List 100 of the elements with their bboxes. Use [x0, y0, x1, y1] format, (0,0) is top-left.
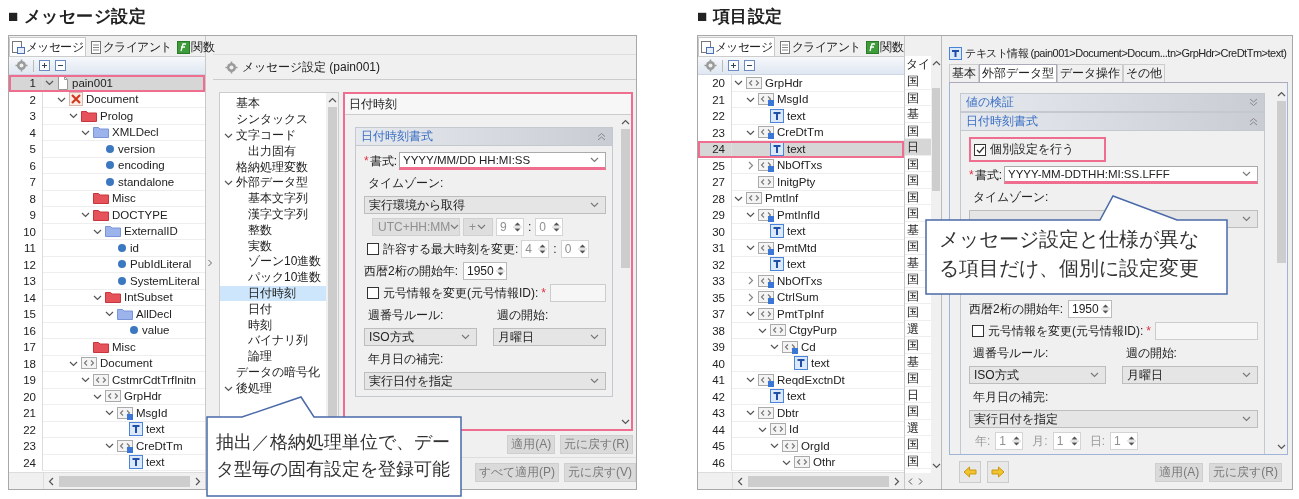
tree-row[interactable]: 5 version	[9, 141, 205, 158]
nav-item[interactable]: 時刻	[220, 317, 326, 333]
chevron-right-icon[interactable]	[746, 276, 755, 286]
section-header[interactable]: 値の検証	[961, 94, 1264, 112]
dropdown[interactable]: 月曜日	[493, 328, 606, 346]
tree-row[interactable]: 29 PmtInfId	[698, 207, 904, 224]
chevron-down-icon[interactable]	[105, 441, 114, 451]
tree-row[interactable]: 38 CtgyPurp	[698, 322, 904, 339]
dropdown[interactable]: 実行環境から取得	[364, 196, 606, 214]
gear-icon[interactable]	[704, 59, 717, 72]
tree-row[interactable]: 6 encoding	[9, 157, 205, 174]
tab[interactable]: データ操作	[1057, 64, 1123, 82]
nav-item[interactable]: 日付時刻	[220, 285, 326, 302]
tree-row[interactable]: 22 text	[698, 108, 904, 125]
column-header[interactable]: タイ	[905, 56, 931, 73]
expand-all-icon[interactable]	[39, 60, 50, 71]
tree-row[interactable]: 21 MsgId	[9, 405, 205, 422]
nav-item[interactable]: 整数	[220, 222, 326, 239]
chevron-down-icon[interactable]	[105, 408, 114, 418]
tree-row[interactable]: 8 Misc	[9, 190, 205, 207]
panel-tab[interactable]: クライアント	[775, 37, 864, 56]
tree-row[interactable]: 2 Document	[9, 91, 205, 108]
tree-row[interactable]: 3 Prolog	[9, 108, 205, 125]
tab[interactable]: その他	[1123, 64, 1165, 82]
chevron-right-icon[interactable]	[746, 292, 755, 302]
chevron-right-icon[interactable]	[746, 160, 755, 170]
tab[interactable]: 基本	[949, 64, 979, 82]
chevron-down-icon[interactable]	[770, 441, 779, 451]
nav-item[interactable]: 出力固有	[220, 143, 326, 160]
nav-item[interactable]: シンタックス	[220, 111, 326, 128]
tree-row[interactable]: 4 XMLDecl	[9, 124, 205, 141]
chevron-down-icon[interactable]	[734, 78, 743, 88]
tree-row[interactable]: 9 DOCTYPE	[9, 207, 205, 224]
tree-row[interactable]: 45 OrgId	[698, 438, 904, 455]
tree-row[interactable]: 30 text	[698, 223, 904, 240]
collapse-all-icon[interactable]	[55, 60, 66, 71]
chevron-down-icon[interactable]	[770, 342, 779, 352]
tree-row[interactable]: 46 Othr	[698, 454, 904, 471]
nav-item[interactable]: 格納処理変数	[220, 159, 326, 175]
tree-row[interactable]: 43 Dbtr	[698, 405, 904, 422]
tree-row[interactable]: 10 ExternalID	[9, 223, 205, 240]
tree-row[interactable]: 16 value	[9, 322, 205, 339]
chevron-down-icon[interactable]	[746, 210, 755, 220]
panel-tab[interactable]: クライアント	[86, 37, 175, 56]
tree-row[interactable]: 27 InitgPty	[698, 174, 904, 191]
nav-item[interactable]: 日付	[220, 301, 326, 318]
tree-row[interactable]: 14 IntSubset	[9, 289, 205, 306]
scrollbar-thumb[interactable]	[748, 475, 889, 487]
tree-row[interactable]: 20 GrpHdr	[9, 388, 205, 405]
input-field[interactable]	[1155, 322, 1258, 340]
tree-row[interactable]: 13 SystemLiteral	[9, 273, 205, 290]
tree-row[interactable]: 31 PmtMtd	[698, 240, 904, 257]
tree-row[interactable]: 7 standalone	[9, 174, 205, 191]
tree-row[interactable]: 18 Document	[9, 355, 205, 372]
tree-row[interactable]: 15 AllDecl	[9, 306, 205, 323]
nav-item[interactable]: ゾーン10進数	[220, 253, 326, 270]
panel-tab[interactable]: メッセージ	[698, 37, 775, 56]
tree-row[interactable]: 22 text	[9, 421, 205, 438]
tree-row[interactable]: 39 Cd	[698, 339, 904, 356]
tree-row[interactable]: 37 PmtTpInf	[698, 306, 904, 323]
input-field[interactable]	[550, 284, 606, 302]
checkbox[interactable]	[974, 143, 986, 156]
nav-item[interactable]: 基本文字列	[220, 190, 326, 207]
format-combo-box[interactable]: YYYY/MM/DD HH:MI:SS	[399, 152, 606, 170]
dropdown[interactable]: 実行日付を指定	[969, 410, 1258, 428]
nav-item[interactable]: パック10進数	[220, 269, 326, 286]
number-spinner[interactable]: 1950	[463, 262, 507, 280]
dropdown[interactable]: 実行日付を指定	[364, 372, 606, 390]
nav-item[interactable]: 外部データ型	[220, 175, 326, 191]
tree-row[interactable]: 19 CstmrCdtTrfInitn	[9, 372, 205, 389]
collapse-all-icon[interactable]	[744, 60, 755, 71]
tree-row[interactable]: 12 PubIdLiteral	[9, 256, 205, 273]
scrollbar-thumb[interactable]	[620, 129, 630, 268]
chevron-down-icon[interactable]	[105, 309, 114, 319]
tree-row[interactable]: 33 NbOfTxs	[698, 273, 904, 290]
tree-row[interactable]: 42 text	[698, 388, 904, 405]
scrollbar-thumb[interactable]	[59, 475, 190, 487]
tree-row[interactable]: 28 PmtInf	[698, 190, 904, 207]
panel-tab[interactable]: 関数	[174, 37, 218, 56]
chevron-down-icon[interactable]	[81, 210, 90, 220]
scrollbar-thumb[interactable]	[1276, 101, 1286, 264]
tree-row[interactable]: 32 text	[698, 256, 904, 273]
scrollbar-thumb[interactable]	[932, 88, 940, 191]
panel-tab[interactable]: 関数	[863, 37, 907, 56]
tree-row[interactable]: 25 NbOfTxs	[698, 157, 904, 174]
expand-all-icon[interactable]	[728, 60, 739, 71]
nav-item[interactable]: 漢字文字列	[220, 206, 326, 223]
tree-row[interactable]: 40 text	[698, 355, 904, 372]
chevron-down-icon[interactable]	[81, 375, 90, 385]
nav-item[interactable]: 文字コード	[220, 127, 326, 144]
chevron-down-icon[interactable]	[746, 375, 755, 385]
tree-row[interactable]: 23 CreDtTm	[9, 438, 205, 455]
chevron-down-icon[interactable]	[746, 408, 755, 418]
chevron-down-icon[interactable]	[746, 243, 755, 253]
tree-row[interactable]: 35 CtrlSum	[698, 289, 904, 306]
panel-tab[interactable]: メッセージ	[9, 37, 86, 56]
nav-item[interactable]: 後処理	[220, 380, 326, 397]
nav-item[interactable]: 実数	[220, 238, 326, 254]
checkbox[interactable]	[367, 243, 379, 255]
tree-row[interactable]: 1 pain001	[9, 75, 205, 92]
